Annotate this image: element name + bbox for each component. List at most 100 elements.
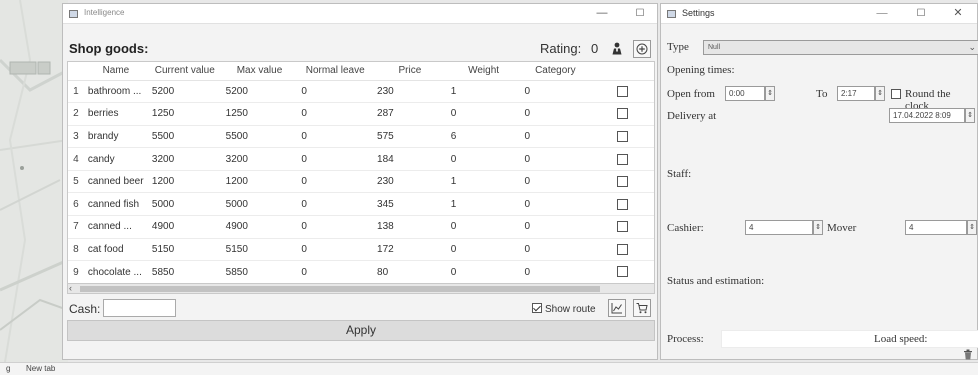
cell-weight[interactable]: 1 (446, 192, 521, 217)
cart-button[interactable] (633, 299, 651, 317)
cell-max-value[interactable]: 5200 (221, 80, 298, 104)
cell-current-value[interactable]: 5200 (147, 80, 222, 104)
to-input[interactable]: 2:17 (837, 86, 875, 101)
cell-category[interactable]: 0 (520, 80, 591, 104)
row-checkbox[interactable] (616, 176, 628, 188)
cell-current-value[interactable]: 3200 (147, 147, 222, 171)
cell-category[interactable]: 0 (520, 192, 591, 217)
row-checkbox[interactable] (616, 153, 628, 165)
cell-current-value[interactable]: 5500 (147, 125, 222, 149)
table-row[interactable]: 9 chocolate ... 5850 5850 0 80 0 0 (68, 260, 654, 284)
mover-spinner[interactable]: ⇕ (967, 220, 977, 235)
horizontal-scrollbar[interactable]: ‹ (67, 283, 655, 294)
row-checkbox[interactable] (616, 108, 628, 120)
chart-button[interactable] (608, 299, 626, 317)
scrollbar-thumb[interactable] (80, 286, 600, 292)
cell-name[interactable]: chocolate ... (83, 260, 148, 284)
cell-max-value[interactable]: 1200 (221, 170, 298, 194)
cell-max-value[interactable]: 5000 (221, 192, 298, 217)
delivery-at-spinner[interactable]: ⇕ (965, 108, 975, 123)
row-checkbox[interactable] (616, 130, 628, 142)
cell-current-value[interactable]: 1250 (147, 102, 222, 126)
cell-price[interactable]: 80 (373, 260, 447, 284)
cell-price[interactable]: 184 (373, 147, 447, 171)
open-from-input[interactable]: 0:00 (725, 86, 765, 101)
cell-normal-leave[interactable]: 0 (297, 215, 374, 239)
row-checkbox[interactable] (616, 221, 628, 233)
cash-input[interactable] (103, 299, 176, 317)
cell-weight[interactable]: 1 (446, 170, 521, 194)
cell-name[interactable]: candy (83, 147, 148, 171)
cell-category[interactable]: 0 (520, 260, 591, 284)
cell-weight[interactable]: 0 (446, 260, 521, 284)
table-row[interactable]: 2 berries 1250 1250 0 287 0 0 (68, 102, 654, 126)
minimize-button[interactable]: — (591, 6, 613, 21)
cell-normal-leave[interactable]: 0 (297, 125, 374, 149)
cell-weight[interactable]: 6 (446, 125, 521, 149)
add-button[interactable] (633, 40, 651, 58)
cell-price[interactable]: 287 (373, 102, 447, 126)
table-row[interactable]: 6 canned fish 5000 5000 0 345 1 0 (68, 192, 654, 217)
open-from-spinner[interactable]: ⇕ (765, 86, 775, 101)
cell-normal-leave[interactable]: 0 (297, 192, 374, 217)
settings-close-button[interactable]: ✕ (947, 6, 969, 21)
cell-name[interactable]: cat food (83, 238, 148, 262)
cell-max-value[interactable]: 5150 (221, 238, 298, 262)
cell-category[interactable]: 0 (520, 102, 591, 126)
cell-normal-leave[interactable]: 0 (297, 102, 374, 126)
cell-name[interactable]: berries (83, 102, 148, 126)
cell-current-value[interactable]: 5000 (147, 192, 222, 217)
cashier-input[interactable]: 4 (745, 220, 813, 235)
table-row[interactable]: 4 candy 3200 3200 0 184 0 0 (68, 147, 654, 171)
person-icon[interactable] (611, 42, 623, 55)
cell-price[interactable]: 172 (373, 238, 447, 262)
cell-name[interactable]: canned ... (83, 215, 148, 239)
cell-price[interactable]: 230 (373, 170, 447, 194)
cell-weight[interactable]: 0 (446, 238, 521, 262)
column-header-max-value[interactable]: Max value (221, 62, 298, 81)
table-row[interactable]: 3 brandy 5500 5500 0 575 6 0 (68, 125, 654, 149)
row-checkbox[interactable] (616, 85, 628, 97)
cell-weight[interactable]: 0 (446, 147, 521, 171)
cell-normal-leave[interactable]: 0 (297, 147, 374, 171)
cell-current-value[interactable]: 4900 (147, 215, 222, 239)
new-tab-button[interactable]: New tab (26, 364, 55, 373)
type-select[interactable]: Null ⌄ (703, 40, 978, 55)
cell-current-value[interactable]: 5850 (147, 260, 222, 284)
cell-category[interactable]: 0 (520, 215, 591, 239)
cell-max-value[interactable]: 5850 (221, 260, 298, 284)
row-checkbox[interactable] (616, 243, 628, 255)
cell-weight[interactable]: 0 (446, 215, 521, 239)
cell-category[interactable]: 0 (520, 147, 591, 171)
cell-current-value[interactable]: 5150 (147, 238, 222, 262)
show-route-checkmark[interactable] (532, 303, 542, 313)
apply-button[interactable]: Apply (67, 320, 655, 341)
table-row[interactable]: 1 bathroom ... 5200 5200 0 230 1 0 (68, 80, 654, 104)
cell-name[interactable]: bathroom ... (83, 80, 148, 104)
cell-name[interactable]: canned fish (83, 192, 148, 217)
scroll-left-arrow[interactable]: ‹ (69, 283, 72, 293)
row-checkbox[interactable] (616, 198, 628, 210)
cell-max-value[interactable]: 3200 (221, 147, 298, 171)
cell-normal-leave[interactable]: 0 (297, 80, 374, 104)
column-header-weight[interactable]: Weight (446, 62, 521, 81)
cell-category[interactable]: 0 (520, 238, 591, 262)
cell-name[interactable]: brandy (83, 125, 148, 149)
cell-price[interactable]: 138 (373, 215, 447, 239)
cashier-spinner[interactable]: ⇕ (813, 220, 823, 235)
settings-maximize-button[interactable]: ☐ (910, 6, 932, 21)
column-header-current-value[interactable]: Current value (147, 62, 222, 81)
table-row[interactable]: 7 canned ... 4900 4900 0 138 0 0 (68, 215, 654, 239)
cell-normal-leave[interactable]: 0 (297, 260, 374, 284)
table-row[interactable]: 5 canned beer 1200 1200 0 230 1 0 (68, 170, 654, 194)
cell-normal-leave[interactable]: 0 (297, 170, 374, 194)
mover-input[interactable]: 4 (905, 220, 967, 235)
round-the-clock-checkbox[interactable] (891, 89, 901, 99)
cell-category[interactable]: 0 (520, 170, 591, 194)
cell-weight[interactable]: 1 (446, 80, 521, 104)
column-header-name[interactable]: Name (83, 62, 148, 81)
settings-minimize-button[interactable]: — (871, 6, 893, 21)
show-route-checkbox[interactable]: Show route (532, 303, 596, 315)
cell-max-value[interactable]: 4900 (221, 215, 298, 239)
delivery-at-input[interactable]: 17.04.2022 8:09 (889, 108, 965, 123)
